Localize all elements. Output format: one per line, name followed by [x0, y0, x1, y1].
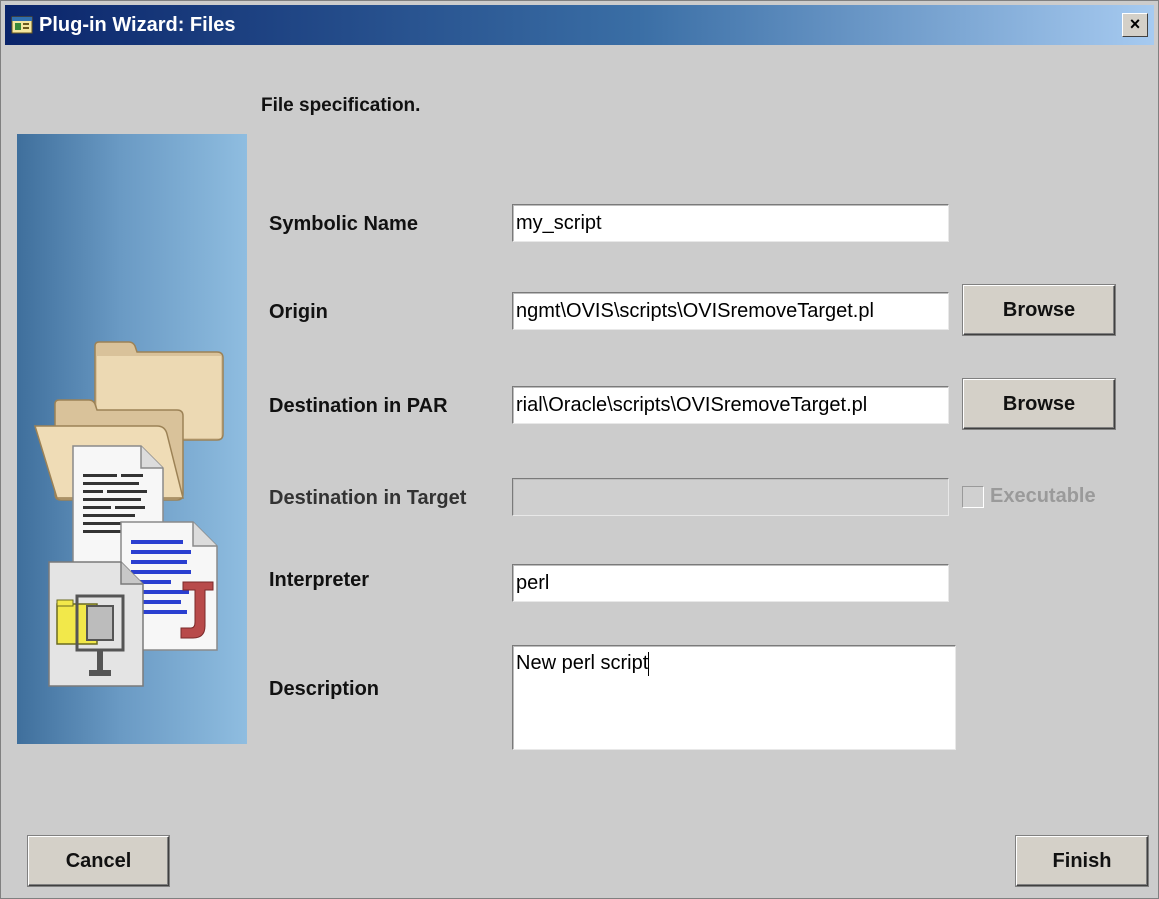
symbolic-name-label: Symbolic Name — [269, 213, 418, 235]
description-label: Description — [269, 678, 380, 700]
wizard-illustration — [33, 341, 224, 687]
executable-checkbox-group[interactable]: Executable — [962, 485, 1096, 511]
description-text: New perl script — [516, 652, 649, 674]
window-title: Plug-in Wizard: Files — [39, 14, 236, 36]
cancel-button[interactable]: Cancel — [28, 836, 169, 886]
origin-label: Origin — [269, 301, 328, 323]
archive-document-icon — [48, 561, 144, 687]
title-bar[interactable]: Plug-in Wizard: Files × — [5, 5, 1154, 45]
wizard-side-panel — [17, 134, 247, 744]
origin-browse-button[interactable]: Browse — [963, 285, 1115, 335]
close-button[interactable]: × — [1122, 13, 1148, 37]
destination-target-label: Destination in Target — [269, 487, 467, 509]
finish-button[interactable]: Finish — [1016, 836, 1148, 886]
description-textarea[interactable]: New perl script — [512, 645, 956, 750]
executable-checkbox-label: Executable — [990, 485, 1096, 507]
plugin-wizard-dialog: Plug-in Wizard: Files × File specificati… — [0, 0, 1159, 899]
origin-input[interactable]: ngmt\OVIS\scripts\OVISremoveTarget.pl — [512, 292, 949, 330]
interpreter-input[interactable]: perl — [512, 564, 949, 602]
destination-par-input[interactable]: rial\Oracle\scripts\OVISremoveTarget.pl — [512, 386, 949, 424]
destination-par-label: Destination in PAR — [269, 395, 448, 417]
wizard-window-icon — [11, 16, 33, 34]
executable-checkbox[interactable] — [962, 485, 984, 508]
text-caret — [648, 652, 650, 676]
destination-par-browse-button[interactable]: Browse — [963, 379, 1115, 429]
destination-target-input[interactable] — [512, 478, 949, 516]
page-heading: File specification. — [261, 95, 421, 116]
symbolic-name-input[interactable]: my_script — [512, 204, 949, 242]
interpreter-label: Interpreter — [269, 569, 370, 591]
